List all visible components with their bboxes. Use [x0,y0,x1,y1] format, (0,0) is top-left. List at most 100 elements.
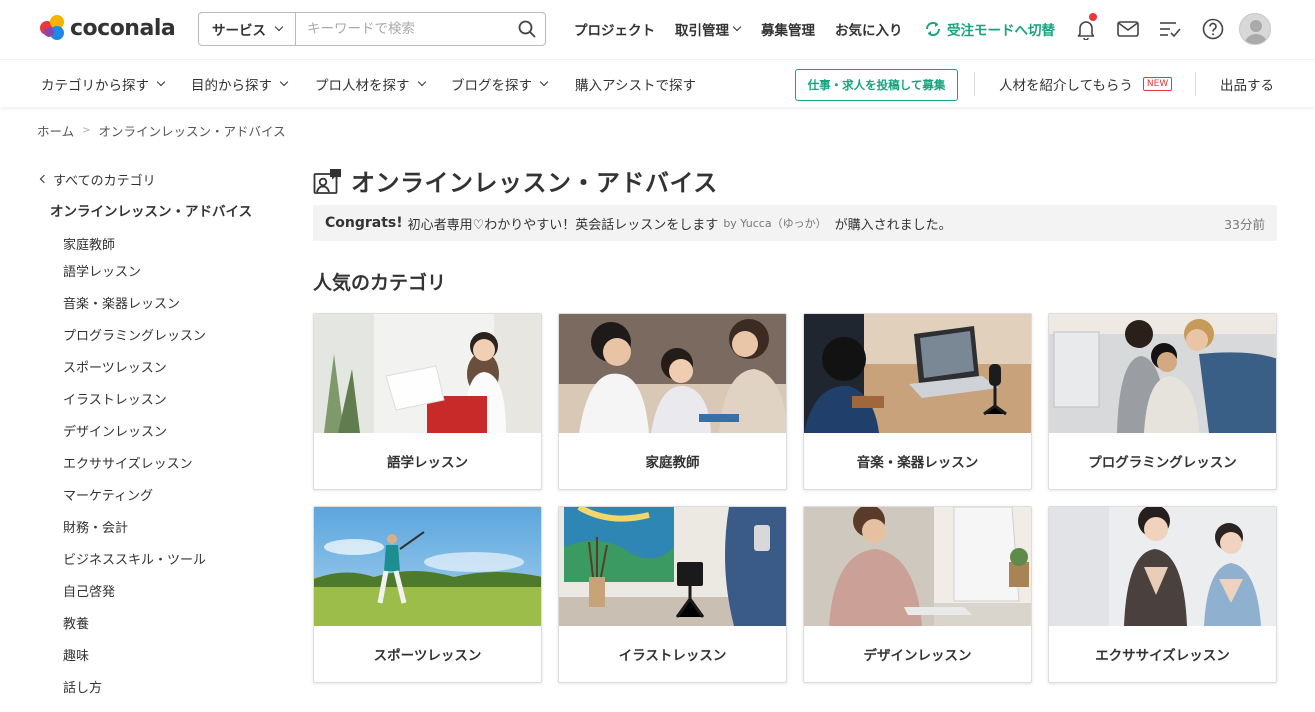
category-label: 家庭教師 [645,455,700,471]
help-icon [1202,18,1224,40]
notifications-button[interactable] [1073,13,1099,42]
switch-mode-label: 受注モードへ切替 [947,23,1055,39]
introduce-talent-link[interactable]: 人材を紹介してもらう NEW [999,60,1173,108]
nav-recruitment-label: 募集管理 [761,23,815,39]
search-input[interactable] [296,13,509,45]
subnav-blog-label: ブログを探す [451,78,532,94]
logo-mark-icon [40,15,66,41]
category-label: スポーツレッスン [373,648,482,664]
sidebar-item-marketing[interactable]: マーケティング [63,478,278,510]
language-lesson-photo [314,314,541,433]
divider [1195,72,1196,96]
chevron-down-icon [539,77,549,87]
category-card-exercise[interactable]: エクササイズレッスン [1048,506,1277,683]
subnav-pro-talent[interactable]: プロ人材を探す [315,60,426,108]
breadcrumb: ホーム > オンラインレッスン・アドバイス [37,121,286,140]
search-bar: サービス [198,12,546,46]
subnav-purchase-assist-label: 購入アシストで探す [575,78,696,94]
subnav-purpose[interactable]: 目的から探す [191,60,289,108]
introduce-talent-label: 人材を紹介してもらう [999,78,1133,94]
category-card-tutor[interactable]: 家庭教師 [558,313,787,490]
congrats-service-link[interactable]: 初心者専用♡わかりやすい！英会話レッスンをします [408,214,719,233]
breadcrumb-home[interactable]: ホーム [37,121,74,140]
breadcrumb-current[interactable]: オンラインレッスン・アドバイス [99,121,286,140]
category-card-sports[interactable]: スポーツレッスン [313,506,542,683]
nav-transactions[interactable]: 取引管理 [675,0,742,58]
sidebar-item-language[interactable]: 語学レッスン [63,254,278,286]
chevron-down-icon [732,22,742,32]
nav-project-label: プロジェクト [574,23,655,39]
subnav-purpose-label: 目的から探す [191,78,272,94]
congrats-seller: by Yucca（ゆっか） [723,217,827,230]
search-category-label: サービス [212,23,266,39]
post-job-button[interactable]: 仕事・求人を投稿して募集 [795,69,958,101]
search-button[interactable] [509,13,545,45]
logo-text: coconala [70,15,176,41]
search-icon [518,20,536,38]
search-category-select[interactable]: サービス [199,13,296,45]
category-sidebar: すべてのカテゴリ オンラインレッスン・アドバイス 家庭教師 語学レッスン 音楽・… [38,168,278,702]
chevron-down-icon [274,22,284,32]
coconala-logo[interactable]: coconala [40,14,176,42]
user-avatar[interactable] [1239,13,1271,45]
sidebar-item-sports[interactable]: スポーツレッスン [63,350,278,382]
help-button[interactable] [1200,16,1226,42]
category-label: デザインレッスン [863,648,972,664]
sidebar-item-programming[interactable]: プログラミングレッスン [63,318,278,350]
subnav-blog[interactable]: ブログを探す [451,60,549,108]
messages-button[interactable] [1115,16,1141,42]
sidebar-item-finance[interactable]: 財務・会計 [63,510,278,542]
post-job-label: 仕事・求人を投稿して募集 [807,78,946,92]
all-categories-link[interactable]: すべてのカテゴリ [38,168,278,190]
category-label: 音楽・楽器レッスン [856,455,979,471]
nav-favorites[interactable]: お気に入り [835,0,903,58]
category-grid: 語学レッスン 家庭教師 音楽・楽器レッスン プログラミングレッスン スポーツレッ… [313,313,1277,683]
subnav-purchase-assist[interactable]: 購入アシストで探す [575,60,696,108]
online-lesson-icon [313,168,341,194]
sidebar-item-illustration[interactable]: イラストレッスン [63,382,278,414]
chevron-down-icon [279,77,289,87]
all-categories-label: すべてのカテゴリ [53,173,156,189]
category-card-illustration[interactable]: イラストレッスン [558,506,787,683]
sports-lesson-photo [314,507,541,626]
sidebar-item-music[interactable]: 音楽・楽器レッスン [63,286,278,318]
sidebar-item-liberal-arts[interactable]: 教養 [63,606,278,638]
category-label: イラストレッスン [618,648,727,664]
sidebar-item-hobby[interactable]: 趣味 [63,638,278,670]
subnav-category[interactable]: カテゴリから探す [41,60,166,108]
sell-link[interactable]: 出品する [1220,60,1274,108]
category-label: 語学レッスン [387,455,468,471]
purchase-notice: Congrats! 初心者専用♡わかりやすい！英会話レッスンをします by Yu… [313,205,1277,241]
chevron-down-icon [156,77,166,87]
checklist-icon [1160,22,1181,38]
nav-favorites-label: お気に入り [835,23,903,39]
mail-icon [1117,21,1139,37]
nav-project[interactable]: プロジェクト [574,0,655,58]
switch-mode-button[interactable]: 受注モードへ切替 [924,0,1055,58]
congrats-suffix: が購入されました。 [834,217,952,233]
sidebar-item-design[interactable]: デザインレッスン [63,414,278,446]
chevron-down-icon [417,77,426,87]
bell-icon [1077,21,1095,40]
nav-recruitment[interactable]: 募集管理 [761,0,815,58]
subnav-pro-talent-label: プロ人材を探す [315,78,410,94]
sidebar-current-category: オンラインレッスン・アドバイス [50,204,253,220]
category-card-programming[interactable]: プログラミングレッスン [1048,313,1277,490]
sidebar-item-tutor[interactable]: 家庭教師 [63,232,278,254]
category-card-design[interactable]: デザインレッスン [803,506,1032,683]
music-lesson-photo [804,314,1031,433]
sidebar-item-exercise[interactable]: エクササイズレッスン [63,446,278,478]
design-lesson-photo [804,507,1031,626]
sidebar-item-self-development[interactable]: 自己啓発 [63,574,278,606]
tutor-photo [559,314,786,433]
breadcrumb-separator: > [82,125,91,136]
illustration-lesson-photo [559,507,786,626]
sidebar-item-business-skills[interactable]: ビジネススキル・ツール [63,542,278,574]
tasks-button[interactable] [1157,16,1183,42]
chevron-left-icon [39,174,49,184]
sidebar-item-speaking[interactable]: 話し方 [63,670,278,702]
subnav-category-label: カテゴリから探す [41,78,149,94]
category-card-language[interactable]: 語学レッスン [313,313,542,490]
category-label: プログラミングレッスン [1088,455,1237,471]
category-card-music[interactable]: 音楽・楽器レッスン [803,313,1032,490]
